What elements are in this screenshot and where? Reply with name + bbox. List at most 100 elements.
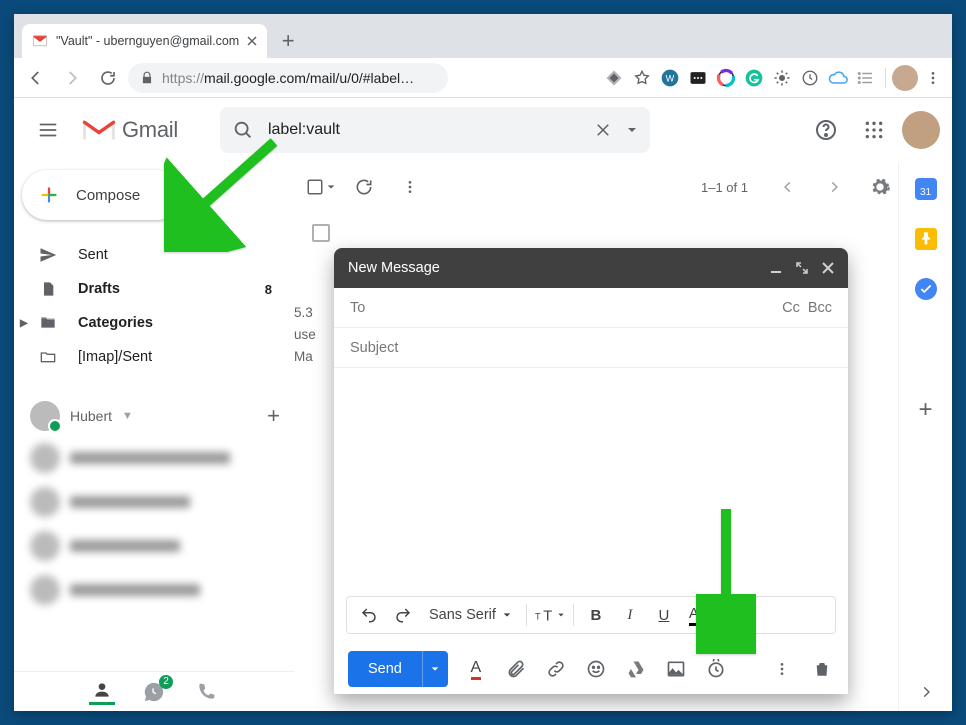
hangouts-contact[interactable] [30, 524, 294, 568]
address-bar[interactable]: https://mail.google.com/mail/u/0/#label… [128, 63, 448, 93]
extension-grammarly-icon[interactable] [741, 65, 767, 91]
minimize-compose-icon[interactable] [770, 262, 782, 274]
sidebar-item-drafts[interactable]: Drafts 8 [14, 272, 294, 306]
back-button[interactable] [20, 62, 52, 94]
close-compose-icon[interactable] [822, 262, 834, 274]
extension-icon[interactable] [797, 65, 823, 91]
compose-button[interactable]: Compose [22, 170, 182, 220]
redo-button[interactable] [389, 600, 417, 630]
insert-photo-button[interactable] [664, 659, 688, 679]
close-tab-icon[interactable] [247, 36, 257, 46]
subject-field[interactable]: Subject [334, 328, 848, 368]
hangouts-calls-tab[interactable] [193, 679, 219, 705]
hangouts-chats-tab[interactable]: 2 [141, 679, 167, 705]
refresh-button[interactable] [346, 169, 382, 205]
sidebar-item-label: Drafts [78, 281, 120, 297]
extension-icon[interactable] [713, 65, 739, 91]
underline-button[interactable]: U [650, 600, 678, 630]
sidebar-item-categories[interactable]: ▶ Categories [14, 306, 294, 340]
next-page-button[interactable] [816, 169, 852, 205]
gmail-logo[interactable]: Gmail [82, 116, 178, 144]
sidebar-item-imap-sent[interactable]: [Imap]/Sent [14, 340, 294, 374]
fullscreen-compose-icon[interactable] [796, 262, 808, 274]
keep-addon-button[interactable] [915, 228, 937, 250]
hangouts-contact[interactable] [30, 480, 294, 524]
prev-page-button[interactable] [770, 169, 806, 205]
side-panel: 31 + [898, 162, 952, 711]
compose-body[interactable] [334, 368, 848, 596]
hangouts-contacts-tab[interactable] [89, 679, 115, 705]
hangouts-footer: 2 [14, 671, 294, 711]
search-options-icon[interactable] [626, 124, 638, 136]
get-addons-button[interactable]: + [918, 396, 932, 424]
extension-wordpress-icon[interactable]: W [657, 65, 683, 91]
account-avatar[interactable] [902, 111, 940, 149]
folder-icon [38, 349, 58, 365]
reload-button[interactable] [92, 62, 124, 94]
main-menu-button[interactable] [26, 108, 70, 152]
tab-title: "Vault" - ubernguyen@gmail.com [56, 34, 239, 48]
cc-toggle[interactable]: Cc [782, 300, 800, 316]
hangouts-contact[interactable] [30, 568, 294, 612]
more-options-button[interactable] [770, 661, 794, 677]
profile-avatar[interactable] [892, 65, 918, 91]
attach-file-button[interactable] [504, 659, 528, 679]
font-size-button[interactable]: TT [535, 600, 565, 630]
to-field[interactable]: To Cc Bcc [334, 288, 848, 328]
tasks-addon-button[interactable] [915, 278, 937, 300]
clear-search-icon[interactable] [594, 121, 612, 139]
bcc-toggle[interactable]: Bcc [808, 300, 832, 316]
extension-icon[interactable] [601, 65, 627, 91]
gmail-favicon-icon [32, 33, 48, 49]
extension-cloud-icon[interactable] [825, 65, 851, 91]
search-input[interactable] [268, 121, 580, 139]
bold-button[interactable]: B [582, 600, 610, 630]
insert-drive-button[interactable] [624, 659, 648, 679]
insert-emoji-button[interactable] [584, 659, 608, 679]
discard-draft-button[interactable] [810, 659, 834, 679]
browser-tab[interactable]: "Vault" - ubernguyen@gmail.com [22, 24, 267, 58]
new-tab-button[interactable]: + [273, 26, 303, 56]
hide-side-panel-button[interactable] [919, 685, 933, 699]
search-icon[interactable] [232, 119, 254, 141]
hangouts-contact[interactable] [30, 436, 294, 480]
hangouts-self[interactable]: Hubert ▼ + [30, 396, 294, 436]
search-bar[interactable] [220, 107, 650, 153]
hangouts-panel: Hubert ▼ + [14, 396, 294, 612]
calendar-addon-button[interactable]: 31 [915, 178, 937, 200]
extension-list-icon[interactable] [853, 65, 879, 91]
compose-titlebar[interactable]: New Message [334, 248, 848, 288]
avatar [30, 401, 60, 431]
insert-link-button[interactable] [544, 659, 568, 679]
forward-button[interactable] [56, 62, 88, 94]
sidebar-item-sent[interactable]: Sent [14, 238, 294, 272]
select-all-checkbox[interactable] [306, 178, 336, 196]
tab-strip: "Vault" - ubernguyen@gmail.com + [14, 14, 952, 58]
confidential-mode-button[interactable] [704, 659, 728, 679]
extension-icon[interactable] [769, 65, 795, 91]
formatting-options-button[interactable]: A [464, 659, 488, 680]
extension-icon[interactable] [685, 65, 711, 91]
bookmark-star-icon[interactable] [629, 65, 655, 91]
chevron-down-icon[interactable]: ▼ [122, 410, 133, 422]
compose-label: Compose [76, 187, 140, 204]
svg-text:W: W [666, 73, 675, 83]
new-conversation-button[interactable]: + [267, 403, 280, 429]
send-button[interactable]: Send [348, 651, 422, 687]
support-button[interactable] [806, 110, 846, 150]
more-formatting-button[interactable] [729, 600, 757, 630]
message-snippet-fragment: 5.3 use Ma [294, 302, 316, 368]
font-family-select[interactable]: Sans Serif [423, 607, 518, 623]
chrome-menu-icon[interactable] [920, 65, 946, 91]
google-apps-button[interactable] [854, 110, 894, 150]
settings-button[interactable] [862, 169, 898, 205]
text-color-button[interactable]: A [684, 600, 712, 630]
message-list-row[interactable] [294, 222, 330, 242]
send-more-button[interactable] [422, 651, 448, 687]
undo-button[interactable] [355, 600, 383, 630]
italic-button[interactable]: I [616, 600, 644, 630]
sidebar: Compose Sent Drafts 8 ▶ Categories [14, 162, 294, 711]
more-button[interactable] [392, 169, 428, 205]
row-checkbox[interactable] [312, 224, 330, 242]
browser-toolbar: https://mail.google.com/mail/u/0/#label…… [14, 58, 952, 98]
